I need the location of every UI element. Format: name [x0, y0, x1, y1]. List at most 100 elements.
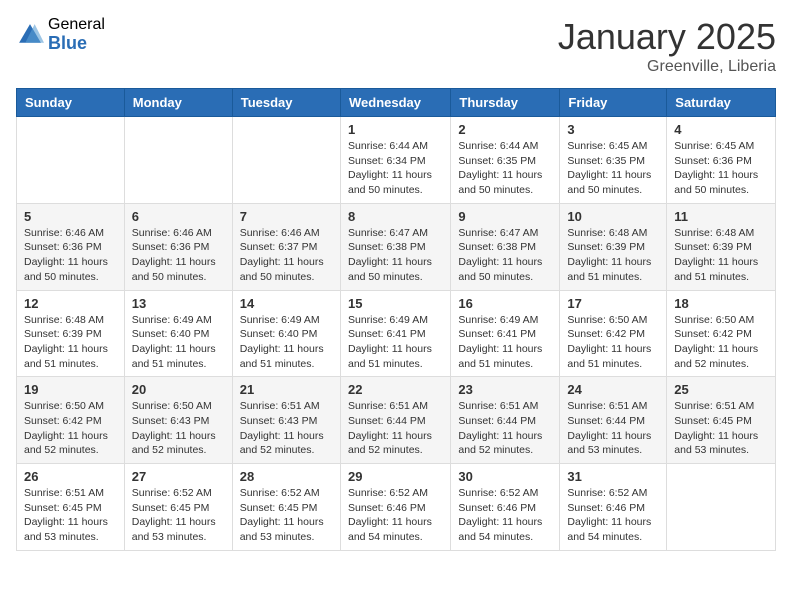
month-title: January 2025 — [558, 16, 776, 58]
calendar-cell: 25Sunrise: 6:51 AM Sunset: 6:45 PM Dayli… — [667, 377, 776, 464]
day-number: 25 — [674, 382, 768, 397]
day-info: Sunrise: 6:52 AM Sunset: 6:45 PM Dayligh… — [132, 486, 225, 545]
day-info: Sunrise: 6:47 AM Sunset: 6:38 PM Dayligh… — [348, 226, 443, 285]
day-number: 26 — [24, 469, 117, 484]
calendar-cell: 8 Sunrise: 6:47 AM Sunset: 6:38 PM Daylig… — [340, 203, 450, 290]
calendar-cell: 18 Sunrise: 6:50 AM Sunset: 6:42 PM Dayli… — [667, 290, 776, 377]
day-number: 20 — [132, 382, 225, 397]
calendar-cell: 11Sunrise: 6:48 AM Sunset: 6:39 PM Dayli… — [667, 203, 776, 290]
calendar-week-row: 1 Sunrise: 6:44 AM Sunset: 6:34 PM Daylig… — [17, 117, 776, 204]
day-number: 28 — [240, 469, 333, 484]
day-number: 10 — [567, 209, 659, 224]
day-info: Sunrise: 6:45 AM Sunset: 6:35 PM Dayligh… — [567, 139, 659, 198]
day-number: 22 — [348, 382, 443, 397]
day-number: 8 — [348, 209, 443, 224]
day-info: Sunrise: 6:50 AM Sunset: 6:42 PM Dayligh… — [567, 313, 659, 372]
calendar-cell — [232, 117, 340, 204]
day-number: 18 — [674, 296, 768, 311]
location: Greenville, Liberia — [558, 58, 776, 76]
weekday-header-sunday: Sunday — [17, 89, 125, 117]
day-number: 5 — [24, 209, 117, 224]
day-number: 23 — [458, 382, 552, 397]
day-number: 6 — [132, 209, 225, 224]
day-number: 1 — [348, 122, 443, 137]
calendar-cell: 2 Sunrise: 6:44 AM Sunset: 6:35 PM Daylig… — [451, 117, 560, 204]
day-info: Sunrise: 6:48 AM Sunset: 6:39 PM Dayligh… — [674, 226, 768, 285]
calendar-cell: 13 Sunrise: 6:49 AM Sunset: 6:40 PM Dayli… — [124, 290, 232, 377]
day-number: 16 — [458, 296, 552, 311]
calendar-cell: 16Sunrise: 6:49 AM Sunset: 6:41 PM Dayli… — [451, 290, 560, 377]
day-number: 30 — [458, 469, 552, 484]
day-number: 19 — [24, 382, 117, 397]
day-info: Sunrise: 6:51 AM Sunset: 6:44 PM Dayligh… — [458, 399, 552, 458]
weekday-header-tuesday: Tuesday — [232, 89, 340, 117]
day-number: 4 — [674, 122, 768, 137]
day-number: 13 — [132, 296, 225, 311]
logo-general: General — [48, 16, 105, 34]
day-info: Sunrise: 6:51 AM Sunset: 6:45 PM Dayligh… — [24, 486, 117, 545]
weekday-header-monday: Monday — [124, 89, 232, 117]
calendar-cell: 1 Sunrise: 6:44 AM Sunset: 6:34 PM Daylig… — [340, 117, 450, 204]
day-info: Sunrise: 6:44 AM Sunset: 6:34 PM Dayligh… — [348, 139, 443, 198]
calendar-cell: 26 Sunrise: 6:51 AM Sunset: 6:45 PM Dayli… — [17, 464, 125, 551]
page-header: General Blue January 2025 Greenville, Li… — [16, 16, 776, 76]
day-number: 2 — [458, 122, 552, 137]
day-info: Sunrise: 6:47 AM Sunset: 6:38 PM Dayligh… — [458, 226, 552, 285]
calendar-cell: 6Sunrise: 6:46 AM Sunset: 6:36 PM Daylig… — [124, 203, 232, 290]
calendar-cell: 7 Sunrise: 6:46 AM Sunset: 6:37 PM Daylig… — [232, 203, 340, 290]
day-number: 29 — [348, 469, 443, 484]
calendar-cell: 3 Sunrise: 6:45 AM Sunset: 6:35 PM Daylig… — [560, 117, 667, 204]
day-info: Sunrise: 6:50 AM Sunset: 6:42 PM Dayligh… — [674, 313, 768, 372]
day-number: 12 — [24, 296, 117, 311]
day-info: Sunrise: 6:49 AM Sunset: 6:40 PM Dayligh… — [240, 313, 333, 372]
weekday-header-thursday: Thursday — [451, 89, 560, 117]
day-info: Sunrise: 6:45 AM Sunset: 6:36 PM Dayligh… — [674, 139, 768, 198]
calendar-cell: 28 Sunrise: 6:52 AM Sunset: 6:45 PM Dayli… — [232, 464, 340, 551]
logo-icon — [16, 21, 44, 49]
calendar-cell: 29 Sunrise: 6:52 AM Sunset: 6:46 PM Dayli… — [340, 464, 450, 551]
logo: General Blue — [16, 16, 105, 53]
day-info: Sunrise: 6:52 AM Sunset: 6:46 PM Dayligh… — [567, 486, 659, 545]
day-info: Sunrise: 6:49 AM Sunset: 6:40 PM Dayligh… — [132, 313, 225, 372]
calendar-cell: 19 Sunrise: 6:50 AM Sunset: 6:42 PM Dayli… — [17, 377, 125, 464]
calendar-cell: 20Sunrise: 6:50 AM Sunset: 6:43 PM Dayli… — [124, 377, 232, 464]
calendar-cell: 4 Sunrise: 6:45 AM Sunset: 6:36 PM Daylig… — [667, 117, 776, 204]
logo-text: General Blue — [48, 16, 105, 53]
day-info: Sunrise: 6:49 AM Sunset: 6:41 PM Dayligh… — [348, 313, 443, 372]
calendar-header-row: SundayMondayTuesdayWednesdayThursdayFrid… — [17, 89, 776, 117]
day-info: Sunrise: 6:46 AM Sunset: 6:37 PM Dayligh… — [240, 226, 333, 285]
day-info: Sunrise: 6:52 AM Sunset: 6:46 PM Dayligh… — [348, 486, 443, 545]
day-number: 17 — [567, 296, 659, 311]
day-number: 3 — [567, 122, 659, 137]
calendar-cell — [124, 117, 232, 204]
day-info: Sunrise: 6:44 AM Sunset: 6:35 PM Dayligh… — [458, 139, 552, 198]
calendar-cell: 22 Sunrise: 6:51 AM Sunset: 6:44 PM Dayli… — [340, 377, 450, 464]
day-number: 21 — [240, 382, 333, 397]
calendar-week-row: 12Sunrise: 6:48 AM Sunset: 6:39 PM Dayli… — [17, 290, 776, 377]
day-info: Sunrise: 6:51 AM Sunset: 6:44 PM Dayligh… — [567, 399, 659, 458]
calendar-cell: 5 Sunrise: 6:46 AM Sunset: 6:36 PM Daylig… — [17, 203, 125, 290]
calendar-cell: 23 Sunrise: 6:51 AM Sunset: 6:44 PM Dayli… — [451, 377, 560, 464]
day-info: Sunrise: 6:52 AM Sunset: 6:45 PM Dayligh… — [240, 486, 333, 545]
calendar-cell: 17 Sunrise: 6:50 AM Sunset: 6:42 PM Dayli… — [560, 290, 667, 377]
calendar-cell: 31 Sunrise: 6:52 AM Sunset: 6:46 PM Dayli… — [560, 464, 667, 551]
calendar-cell: 21Sunrise: 6:51 AM Sunset: 6:43 PM Dayli… — [232, 377, 340, 464]
day-info: Sunrise: 6:46 AM Sunset: 6:36 PM Dayligh… — [24, 226, 117, 285]
day-info: Sunrise: 6:50 AM Sunset: 6:42 PM Dayligh… — [24, 399, 117, 458]
title-section: January 2025 Greenville, Liberia — [558, 16, 776, 76]
calendar-cell: 30Sunrise: 6:52 AM Sunset: 6:46 PM Dayli… — [451, 464, 560, 551]
calendar-cell: 14 Sunrise: 6:49 AM Sunset: 6:40 PM Dayli… — [232, 290, 340, 377]
calendar-cell: 27Sunrise: 6:52 AM Sunset: 6:45 PM Dayli… — [124, 464, 232, 551]
weekday-header-friday: Friday — [560, 89, 667, 117]
calendar-cell: 12Sunrise: 6:48 AM Sunset: 6:39 PM Dayli… — [17, 290, 125, 377]
day-number: 14 — [240, 296, 333, 311]
weekday-header-saturday: Saturday — [667, 89, 776, 117]
day-number: 31 — [567, 469, 659, 484]
day-info: Sunrise: 6:48 AM Sunset: 6:39 PM Dayligh… — [567, 226, 659, 285]
calendar-cell: 24Sunrise: 6:51 AM Sunset: 6:44 PM Dayli… — [560, 377, 667, 464]
calendar-table: SundayMondayTuesdayWednesdayThursdayFrid… — [16, 88, 776, 551]
logo-blue: Blue — [48, 34, 105, 54]
day-number: 15 — [348, 296, 443, 311]
day-info: Sunrise: 6:51 AM Sunset: 6:44 PM Dayligh… — [348, 399, 443, 458]
day-number: 7 — [240, 209, 333, 224]
